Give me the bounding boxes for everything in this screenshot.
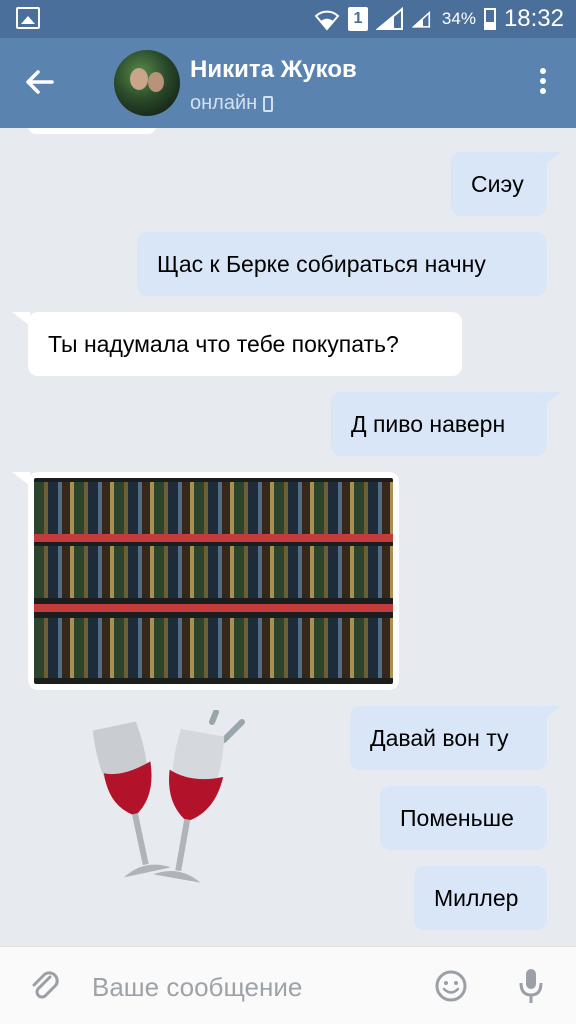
signal-2-icon <box>411 10 430 28</box>
chat-header: Никита Жуков онлайн <box>0 38 576 128</box>
clock: 18:32 <box>503 5 564 32</box>
paperclip-icon[interactable] <box>28 969 62 1003</box>
back-arrow-icon[interactable] <box>20 62 60 102</box>
battery-percent: 34% <box>441 9 476 28</box>
gallery-notification-icon <box>16 7 40 29</box>
mobile-phone-icon <box>263 95 274 112</box>
contact-status: онлайн <box>190 92 274 115</box>
wifi-icon <box>314 10 340 31</box>
message-input[interactable] <box>92 967 402 1007</box>
avatar[interactable] <box>114 50 180 116</box>
message-bubble[interactable]: Сиэу <box>451 152 561 216</box>
message-bubble[interactable]: Миллер <box>414 866 547 930</box>
signal-icon <box>375 7 403 30</box>
smiley-icon[interactable] <box>434 969 468 1003</box>
message-text: Давай вон ту <box>370 724 509 751</box>
message-list[interactable]: Сиэу Щас к Берке собираться начну Ты над… <box>0 128 576 946</box>
message-composer <box>0 946 576 1024</box>
message-bubble[interactable]: Поменьше <box>380 786 547 850</box>
more-options-icon[interactable] <box>538 68 548 98</box>
message-text: Миллер <box>434 884 519 911</box>
shop-shelf-photo[interactable] <box>34 478 393 684</box>
photo-message[interactable] <box>12 472 399 690</box>
online-status-text: онлайн <box>190 92 258 114</box>
message-bubble[interactable]: Давай вон ту <box>350 706 561 770</box>
microphone-icon[interactable] <box>518 967 544 1005</box>
status-bar-indicators: 1 34% 18:32 <box>314 0 564 38</box>
message-text: Поменьше <box>400 804 514 831</box>
message-text: Д пиво наверн <box>351 410 506 437</box>
wine-glasses-sticker[interactable] <box>80 710 250 890</box>
message-bubble[interactable]: Щас к Берке собираться начну <box>137 232 547 296</box>
partial-message-bubble <box>28 128 156 134</box>
message-text: Ты надумала что тебе покупать? <box>48 330 399 357</box>
sim-indicator: 1 <box>347 7 368 31</box>
status-bar: 1 34% 18:32 <box>0 0 576 38</box>
battery-icon <box>483 8 496 30</box>
message-text: Сиэу <box>471 170 524 197</box>
contact-name[interactable]: Никита Жуков <box>190 56 357 84</box>
message-bubble[interactable]: Д пиво наверн <box>331 392 561 456</box>
message-text: Щас к Берке собираться начну <box>157 250 486 277</box>
message-bubble[interactable]: Ты надумала что тебе покупать? <box>12 312 462 376</box>
